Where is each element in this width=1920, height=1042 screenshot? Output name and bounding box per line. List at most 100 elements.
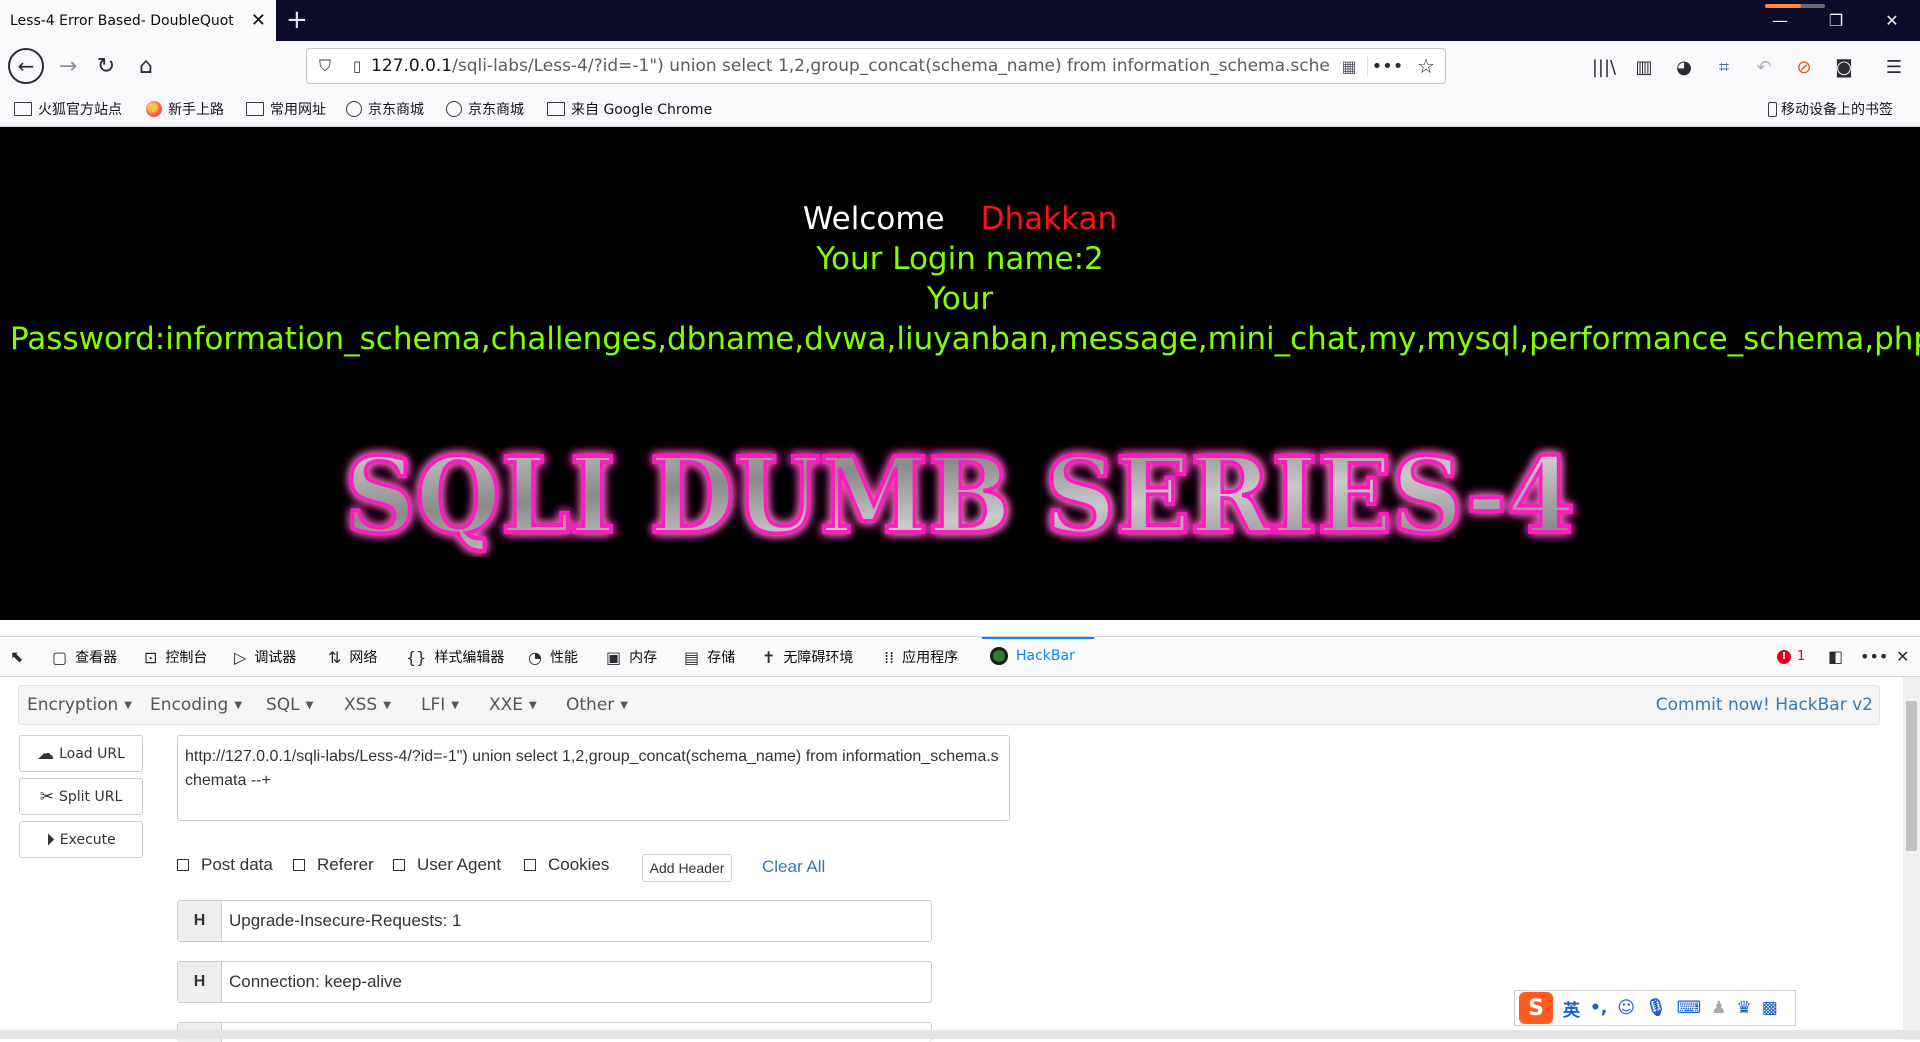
page-info-icon[interactable]: ▯ (343, 57, 371, 75)
header-row[interactable]: H Connection: keep-alive (177, 961, 932, 1003)
caret-down-icon: ▼ (124, 699, 132, 711)
menu-xxe[interactable]: XXE ▼ (489, 695, 537, 715)
login-name-text: Your Login name:2 (816, 241, 1104, 277)
dock-icon[interactable]: ◧ (1828, 647, 1851, 666)
extension-icon[interactable]: ◕ (1670, 54, 1698, 80)
new-tab-icon[interactable]: + (286, 6, 308, 34)
load-url-button[interactable]: ☁ Load URL (19, 735, 143, 772)
minimize-icon[interactable]: — (1752, 0, 1808, 41)
application-icon: ⁞⁞ (884, 647, 895, 667)
element-picker-icon[interactable]: ⬉ (10, 647, 31, 666)
cloud-download-icon: ☁ (37, 743, 55, 764)
forward-button[interactable]: → (52, 50, 84, 82)
tab-debugger[interactable]: ▷ 调试器 (234, 647, 296, 667)
keyboard-icon[interactable]: ⌨ (1677, 998, 1702, 1018)
sidebar-icon[interactable]: ▥ (1630, 54, 1658, 80)
emoji-icon[interactable]: ☺ (1617, 998, 1635, 1018)
bookmark-item[interactable]: 新手上路 (146, 99, 224, 119)
header-key: H (178, 901, 222, 941)
microphone-icon[interactable]: 🎙 (1645, 998, 1667, 1018)
sogou-logo-icon[interactable]: S (1519, 992, 1553, 1024)
library-icon[interactable]: |||\ (1590, 54, 1618, 80)
tab-accessibility[interactable]: ✝ 无障碍环境 (762, 647, 853, 667)
console-icon: ⊡ (144, 647, 158, 667)
devtools-close-icon[interactable]: ✕ (1896, 647, 1917, 666)
back-button[interactable]: ← (8, 48, 44, 84)
ime-language[interactable]: 英 (1563, 996, 1580, 1021)
toolbox-icon[interactable]: ▩ (1762, 998, 1778, 1018)
cookies-checkbox[interactable]: Cookies (524, 855, 609, 875)
caret-down-icon: ▼ (383, 699, 391, 711)
header-row[interactable]: H Upgrade-Insecure-Requests: 1 (177, 900, 932, 942)
url-text[interactable]: 127.0.0.1/sqli-labs/Less-4/?id=-1") unio… (371, 56, 1331, 76)
shield-icon[interactable]: ⛉ (307, 56, 343, 76)
clear-all-link[interactable]: Clear All (762, 857, 825, 877)
bookmark-item[interactable]: 火狐官方站点 (14, 99, 122, 119)
password-text: Password:information_schema,challenges,d… (10, 321, 1920, 357)
user-agent-checkbox[interactable]: User Agent (393, 855, 501, 875)
tab-storage[interactable]: ▤ 存储 (684, 647, 735, 667)
tab-style-editor[interactable]: {} 样式编辑器 (406, 647, 504, 667)
bookmark-item[interactable]: 京东商城 (446, 99, 524, 119)
menu-encryption[interactable]: Encryption ▼ (27, 695, 132, 715)
menu-lfi[interactable]: LFI ▼ (421, 695, 459, 715)
container-icon[interactable]: ◙ (1830, 54, 1858, 80)
folder-icon (14, 102, 32, 116)
url-textarea[interactable]: http://127.0.0.1/sqli-labs/Less-4/?id=-1… (177, 735, 1010, 821)
devtools-panel: ⬉ ▢ 查看器 ⊡ 控制台 ▷ 调试器 ⇅ 网络 {} 样式编辑器 ◔ 性能 ▣ 内存 ▤ 存储… (0, 636, 1920, 1042)
inspector-icon: ▢ (52, 647, 68, 667)
vertical-scroll-thumb[interactable] (1906, 701, 1917, 851)
menu-xss[interactable]: XSS ▼ (344, 695, 391, 715)
browser-tab[interactable]: Less-4 Error Based- DoubleQuot ✕ (0, 0, 276, 41)
tab-application[interactable]: ⁞⁞ 应用程序 (884, 647, 958, 667)
memory-icon: ▣ (606, 647, 622, 667)
ime-punctuation[interactable]: •, (1590, 998, 1607, 1018)
url-host: 127.0.0.1 (371, 56, 453, 76)
menu-icon[interactable]: ☰ (1880, 54, 1908, 80)
restore-icon[interactable]: ❐ (1808, 0, 1864, 41)
reload-button[interactable]: ↻ (90, 50, 122, 82)
tab-hackbar[interactable]: HackBar (990, 647, 1075, 665)
tab-console[interactable]: ⊡ 控制台 (144, 647, 207, 667)
tab-network[interactable]: ⇅ 网络 (328, 647, 377, 667)
vertical-scrollbar[interactable] (1903, 677, 1920, 1040)
home-button[interactable]: ⌂ (130, 50, 162, 82)
bookmark-item[interactable]: 常用网址 (246, 99, 326, 119)
referer-checkbox[interactable]: Referer (293, 855, 374, 875)
network-icon: ⇅ (328, 647, 342, 667)
tab-performance[interactable]: ◔ 性能 (528, 647, 578, 667)
url-bar[interactable]: ⛉ ▯ 127.0.0.1/sqli-labs/Less-4/?id=-1") … (306, 48, 1446, 84)
blocker-icon[interactable]: ⊘ (1790, 54, 1818, 80)
tab-inspector[interactable]: ▢ 查看器 (52, 647, 117, 667)
sqli-dumb-series-banner: SQLI DUMB SERIES-4 (343, 437, 1577, 557)
qr-code-icon[interactable]: ▦ (1331, 57, 1367, 76)
page-actions-icon[interactable]: ••• (1367, 55, 1407, 77)
commit-link[interactable]: Commit now! HackBar v2 (1656, 695, 1873, 715)
header-value[interactable]: Upgrade-Insecure-Requests: 1 (222, 901, 931, 941)
accessibility-icon: ✝ (762, 647, 776, 667)
error-count-badge[interactable]: ! 1 (1777, 649, 1805, 664)
tab-memory[interactable]: ▣ 内存 (606, 647, 657, 667)
screenshot-icon[interactable]: ⌗ (1710, 54, 1738, 80)
post-data-checkbox[interactable]: Post data (177, 855, 273, 875)
menu-encoding[interactable]: Encoding ▼ (150, 695, 242, 715)
window-close-icon[interactable]: ✕ (1864, 0, 1920, 41)
bookmark-star-icon[interactable]: ☆ (1407, 54, 1445, 78)
devtools-menu-icon[interactable]: ••• (1860, 647, 1896, 666)
undo-icon[interactable]: ↶ (1750, 54, 1778, 80)
debugger-icon: ▷ (234, 647, 247, 667)
mobile-bookmarks[interactable]: 移动设备上的书签 (1768, 99, 1893, 119)
close-tab-icon[interactable]: ✕ (251, 10, 266, 31)
menu-other[interactable]: Other ▼ (566, 695, 628, 715)
header-value[interactable]: Connection: keep-alive (222, 962, 931, 1002)
bookmark-item[interactable]: 来自 Google Chrome (547, 99, 712, 119)
bookmark-item[interactable]: 京东商城 (346, 99, 424, 119)
add-header-button[interactable]: Add Header (642, 854, 732, 882)
play-circle-icon: ⏵ (46, 829, 55, 850)
hackbar-menubar: Encryption ▼ Encoding ▼ SQL ▼ XSS ▼ LFI ▼ XXE… (18, 685, 1880, 725)
split-url-button[interactable]: ✂ Split URL (19, 778, 143, 815)
user-icon[interactable]: ♟ (1711, 998, 1726, 1018)
menu-sql[interactable]: SQL ▼ (266, 695, 313, 715)
execute-button[interactable]: ⏵ Execute (19, 821, 143, 858)
skin-icon[interactable]: ♛ (1736, 998, 1751, 1018)
